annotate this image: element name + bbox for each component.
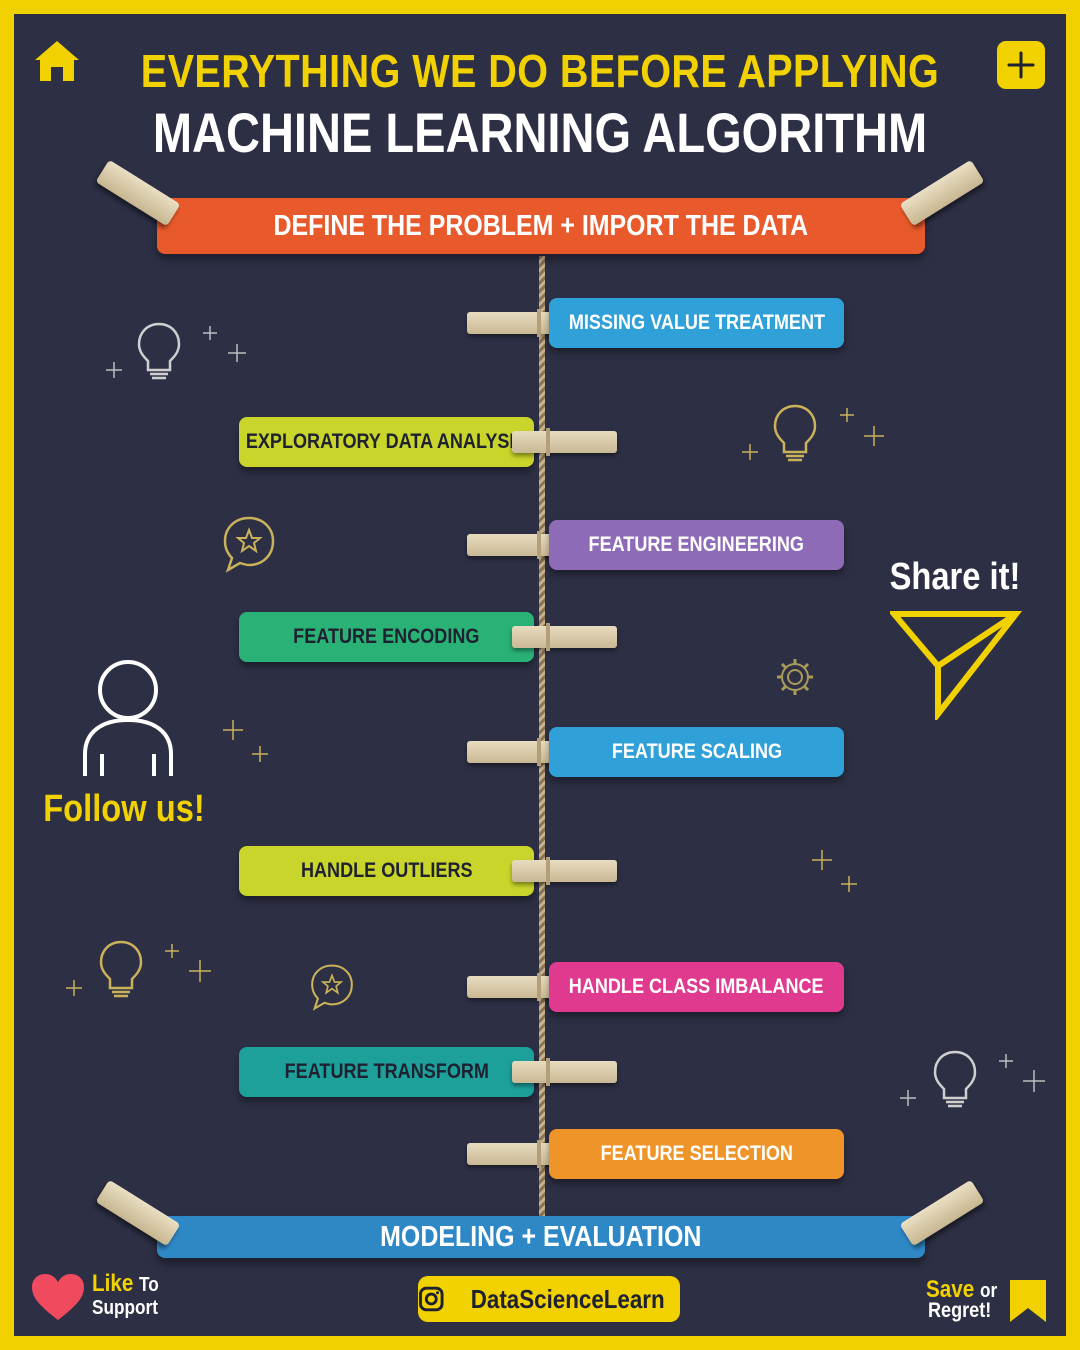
bottom-banner-label: MODELING + EVALUATION xyxy=(380,1221,702,1253)
home-icon[interactable] xyxy=(32,38,82,84)
lightbulb-icon xyxy=(134,320,184,387)
paper-plane-icon[interactable] xyxy=(887,608,1023,723)
step-card: EXPLORATORY DATA ANALYSIS xyxy=(239,417,534,467)
step-card: HANDLE CLASS IMBALANCE xyxy=(549,962,844,1012)
instagram-icon xyxy=(419,1286,444,1312)
sparkle-icon xyxy=(104,360,124,385)
sparkle-icon xyxy=(200,322,260,377)
step-card: FEATURE TRANSFORM xyxy=(239,1047,534,1097)
sparkle-icon xyxy=(808,846,864,901)
chat-star-icon xyxy=(308,962,356,1017)
step-card: FEATURE SCALING xyxy=(549,727,844,777)
chat-star-icon xyxy=(220,514,278,579)
clothespin xyxy=(512,428,617,456)
step-label: FEATURE SCALING xyxy=(611,740,782,763)
top-banner-label: DEFINE THE PROBLEM + IMPORT THE DATA xyxy=(273,210,809,242)
like-label[interactable]: Like To xyxy=(92,1270,159,1298)
sparkle-icon xyxy=(898,1050,1058,1115)
step-card: FEATURE ENGINEERING xyxy=(549,520,844,570)
step-label: FEATURE ENCODING xyxy=(293,625,480,648)
clothespin xyxy=(512,623,617,651)
clothespin xyxy=(512,1058,617,1086)
follow-label[interactable]: Follow us! xyxy=(38,788,210,831)
step-label: FEATURE ENGINEERING xyxy=(588,533,805,556)
bookmark-icon[interactable] xyxy=(1008,1278,1048,1324)
regret-label: Regret! xyxy=(928,1299,992,1322)
sparkle-icon xyxy=(220,716,276,771)
sparkle-icon xyxy=(64,940,224,1005)
step-card: FEATURE SELECTION xyxy=(549,1129,844,1179)
step-label: HANDLE CLASS IMBALANCE xyxy=(569,975,824,998)
step-card: MISSING VALUE TREATMENT xyxy=(549,298,844,348)
title-line-1: EVERYTHING WE DO BEFORE APPLYING xyxy=(140,45,940,97)
heart-icon[interactable] xyxy=(30,1272,86,1322)
step-label: EXPLORATORY DATA ANALYSIS xyxy=(246,430,527,453)
step-card: FEATURE ENCODING xyxy=(239,612,534,662)
person-icon[interactable] xyxy=(80,654,176,780)
like-word: Like xyxy=(92,1270,134,1297)
step-label: HANDLE OUTLIERS xyxy=(300,859,473,882)
sparkle-icon xyxy=(740,404,890,469)
title-line-2: MACHINE LEARNING ALGORITHM xyxy=(152,101,928,164)
bottom-banner: MODELING + EVALUATION xyxy=(157,1216,925,1258)
support-label: Support xyxy=(92,1297,158,1319)
instagram-handle-label: DataScienceLearn xyxy=(470,1283,665,1314)
step-label: FEATURE SELECTION xyxy=(600,1142,793,1165)
step-card: HANDLE OUTLIERS xyxy=(239,846,534,896)
share-label[interactable]: Share it! xyxy=(882,556,1028,599)
instagram-handle-button[interactable]: DataScienceLearn xyxy=(418,1276,680,1322)
top-banner: DEFINE THE PROBLEM + IMPORT THE DATA xyxy=(157,198,925,254)
gear-icon xyxy=(774,656,816,703)
like-to-word: To xyxy=(139,1274,159,1296)
step-label: FEATURE TRANSFORM xyxy=(284,1060,489,1083)
step-label: MISSING VALUE TREATMENT xyxy=(568,311,825,334)
clothespin xyxy=(512,857,617,885)
